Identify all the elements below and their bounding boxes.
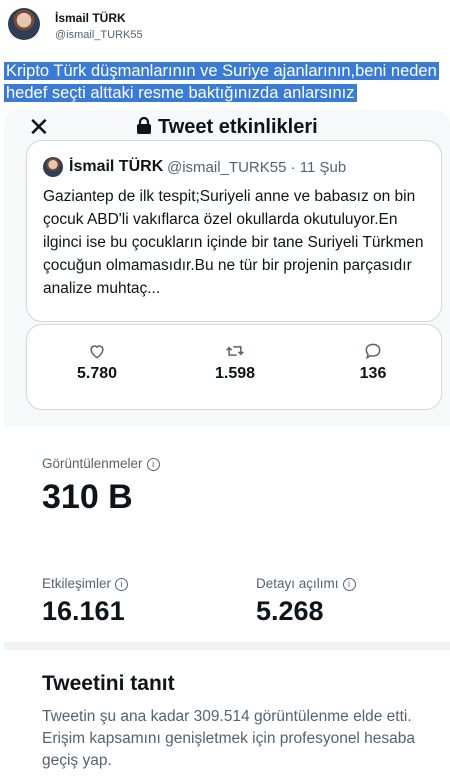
author-name[interactable]: İsmail TÜRK [55,11,126,25]
tweet-activity-screenshot: ✕ Tweet etkinlikleri İsmail TÜRK @ismail… [4,110,450,782]
lock-icon [137,117,151,134]
quoted-tweet-text: Gaziantep de ilk tespit;Suriyeli anne ve… [43,188,424,297]
tweet-text-highlight: Kripto Türk düşmanlarının ve Suriye ajan… [4,62,439,102]
info-icon[interactable]: i [115,578,129,591]
retweet-stat[interactable]: 1.598 [175,341,295,383]
quoted-handle-date: @ismail_TURK55 · 11 Şub [167,159,347,176]
tweet-header: İsmail TÜRK @ismail_TURK55 [0,0,450,56]
engagements-label: Etkileşimler i [42,576,129,591]
detail-expands-value: 5.268 [256,596,324,626]
modal-title: Tweet etkinlikleri [136,116,318,139]
modal-title-text: Tweet etkinlikleri [158,116,318,138]
impressions-label-text: Görüntülenmeler [42,456,143,471]
quoted-tweet-card[interactable]: İsmail TÜRK @ismail_TURK55 · 11 Şub Gazi… [26,140,442,322]
avatar[interactable] [8,8,40,40]
section-divider [4,642,450,650]
like-stat[interactable]: 5.780 [37,341,157,383]
impressions-value: 310 B [42,478,133,516]
tweet-text: Kripto Türk düşmanlarının ve Suriye ajan… [4,60,450,104]
engagement-stats: 5.780 1.598 136 [26,324,442,410]
impressions-label: Görüntülenmeler i [42,456,160,471]
detail-expands-label: Detayı açılımı i [256,576,356,591]
engagements-value: 16.161 [42,596,125,626]
info-icon[interactable]: i [342,578,356,591]
metrics-card: Görüntülenmeler i 310 B Etkileşimler i 16.… [4,426,450,782]
promote-title: Tweetini tanıt [42,672,175,695]
quoted-avatar [43,157,63,177]
close-icon[interactable]: ✕ [28,114,50,140]
engagements-label-text: Etkileşimler [42,576,112,591]
quoted-author-name: İsmail TÜRK [69,158,164,175]
heart-icon [90,345,104,359]
promote-description: Tweetin şu ana kadar 309.514 görüntülenm… [42,708,416,769]
detail-expands-label-text: Detayı açılımı [256,576,339,591]
retweet-count: 1.598 [214,365,256,382]
retweet-icon [226,346,244,356]
reply-icon [365,343,381,360]
like-count: 5.780 [76,365,118,382]
author-handle[interactable]: @ismail_TURK55 [55,29,143,41]
reply-stat[interactable]: 136 [313,341,433,383]
info-icon[interactable]: i [146,458,160,471]
reply-count: 136 [359,365,387,382]
